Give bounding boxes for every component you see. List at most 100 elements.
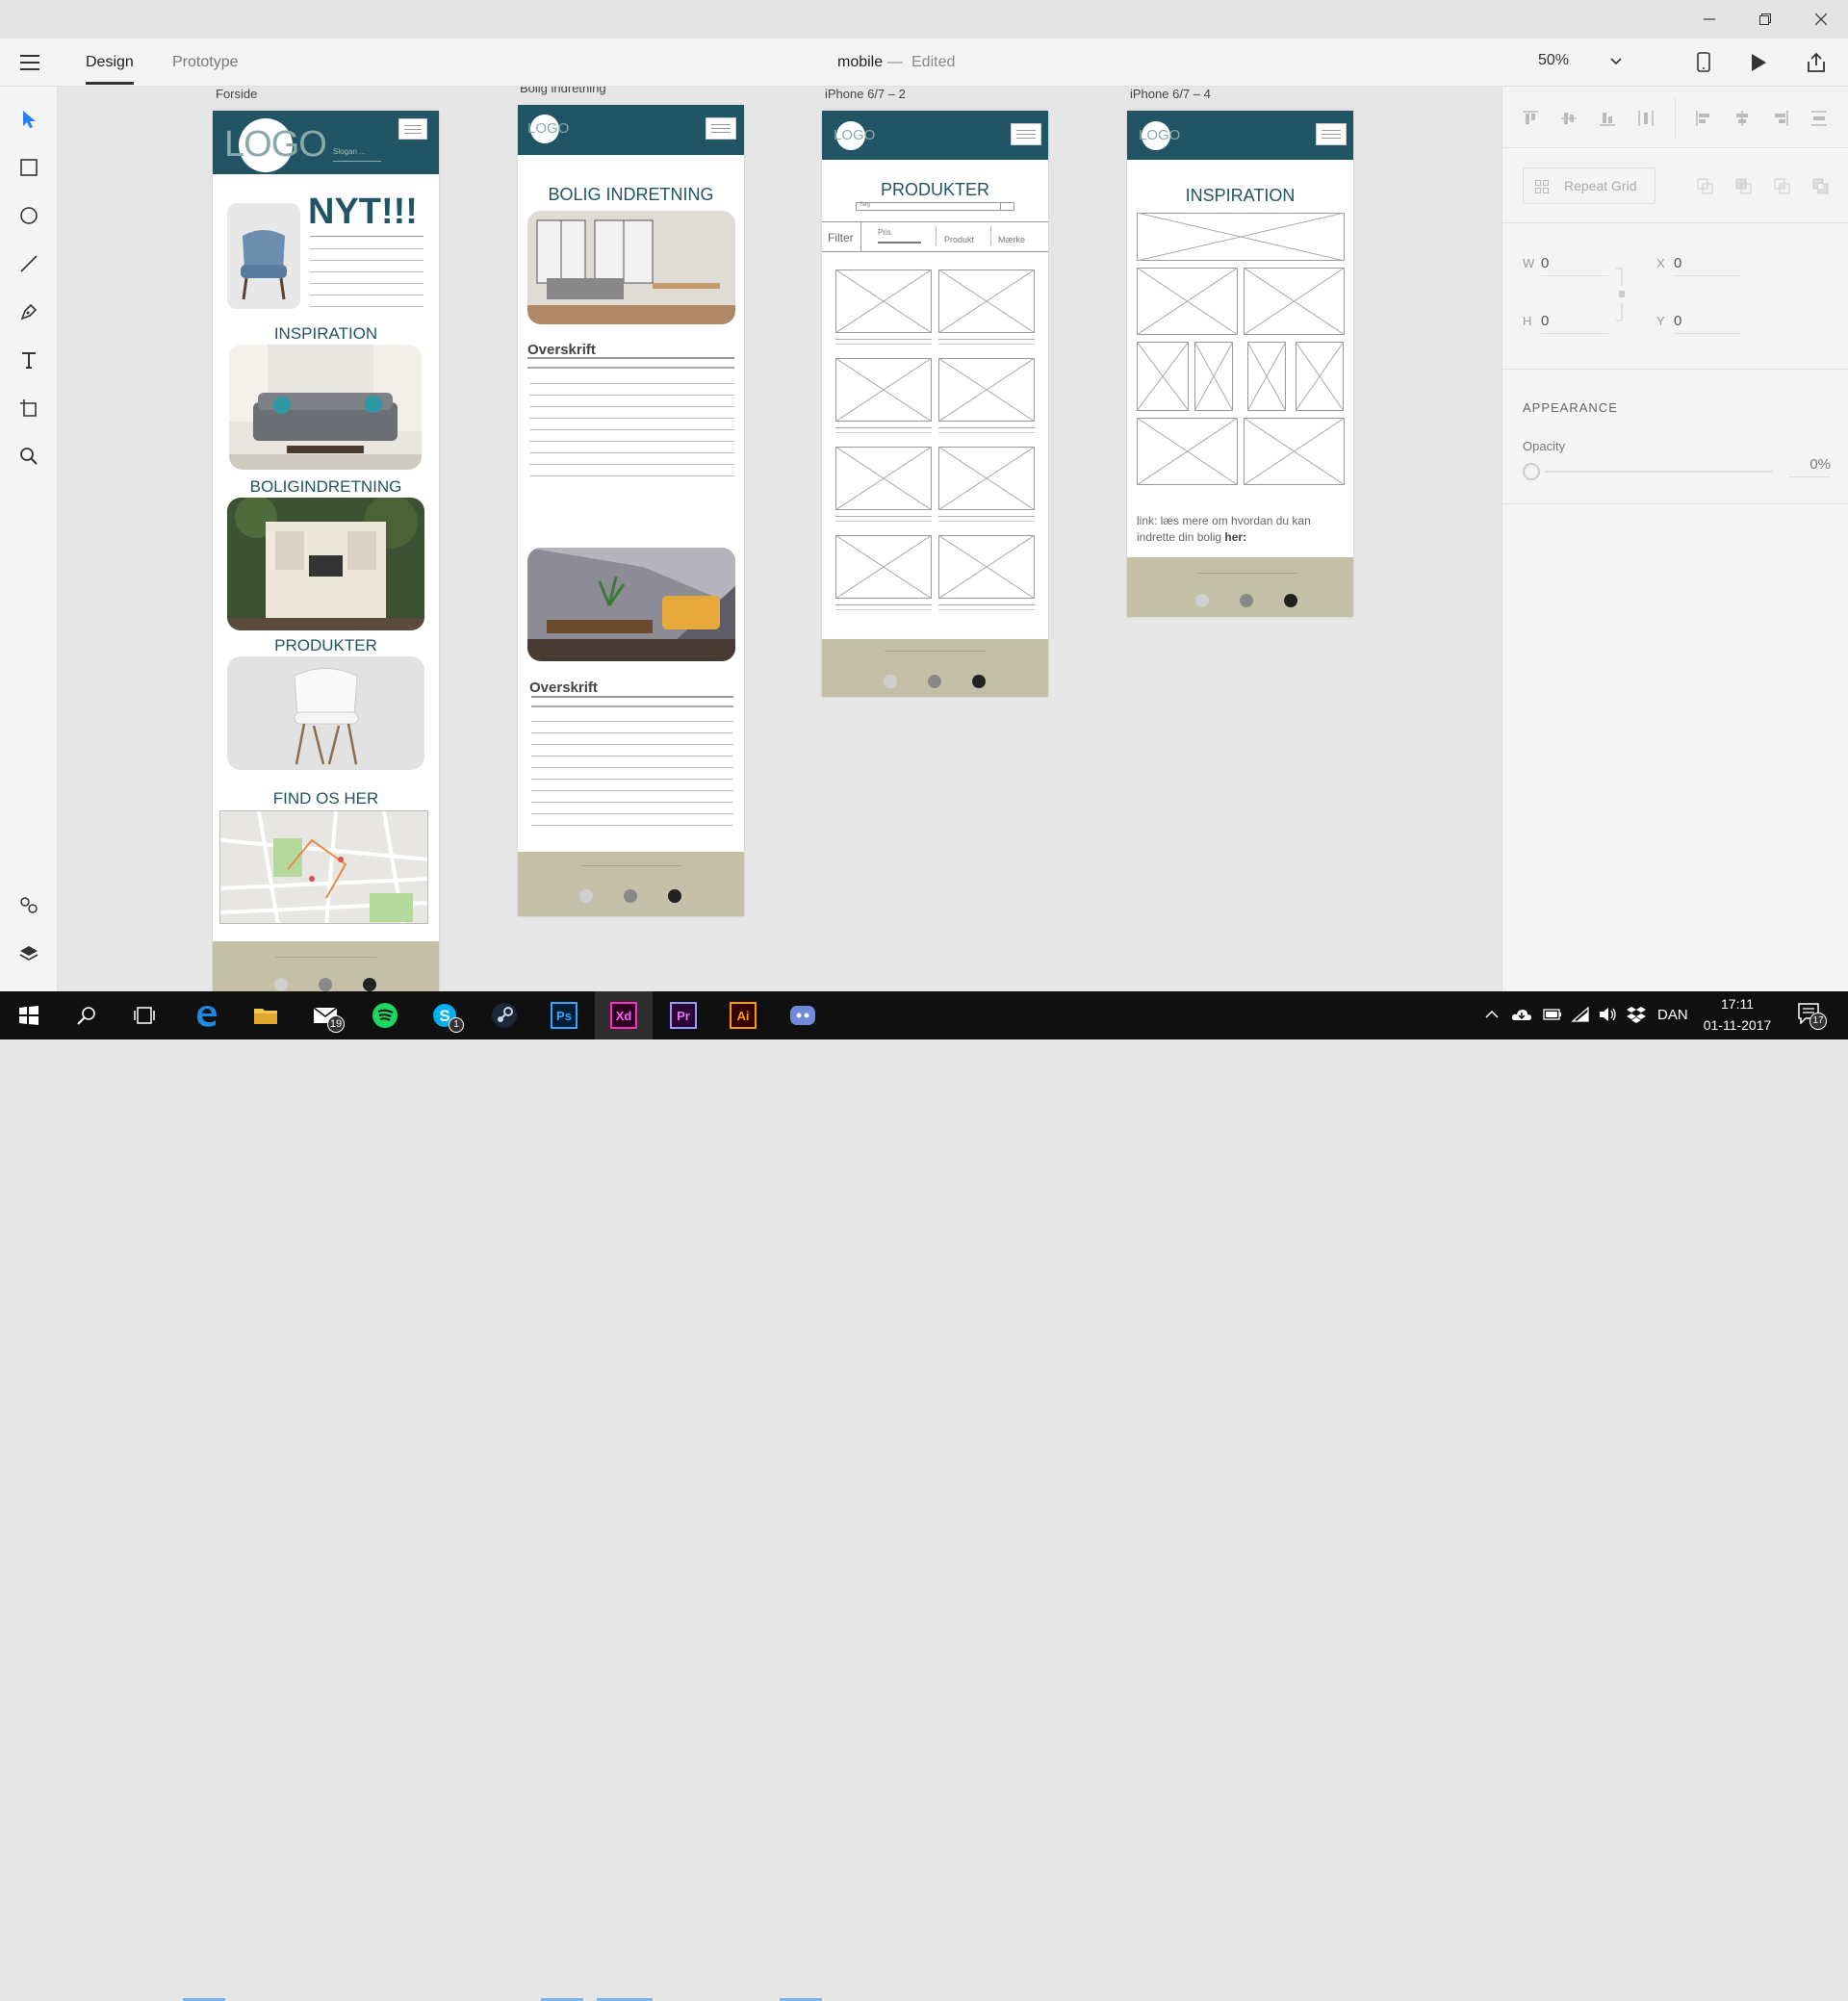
share-icon[interactable] — [1806, 52, 1827, 73]
skype-icon[interactable]: S 1 — [427, 998, 464, 1033]
notification-center-icon[interactable]: 17 — [1798, 1003, 1827, 1030]
layers-icon[interactable] — [17, 941, 40, 964]
onedrive-icon[interactable] — [1511, 1006, 1532, 1023]
edge-icon[interactable] — [189, 998, 223, 1033]
social-dot-light[interactable] — [579, 889, 593, 903]
pen-icon[interactable] — [17, 300, 40, 323]
mail-icon[interactable]: 19 — [308, 998, 345, 1033]
opacity-slider-track[interactable] — [1545, 471, 1772, 473]
opacity-input[interactable]: 0% — [1788, 450, 1831, 477]
social-dot-dark[interactable] — [668, 889, 681, 903]
restore-button[interactable] — [1754, 8, 1777, 31]
select-icon[interactable] — [17, 108, 40, 131]
lock-aspect-icon[interactable] — [1614, 267, 1626, 322]
clock-time[interactable]: 17:11 — [1704, 996, 1771, 1012]
align-top-icon[interactable] — [1522, 110, 1539, 127]
filter-option-produkt[interactable]: Produkt — [944, 235, 974, 244]
inspiration-link-text[interactable]: link: læs mere om hvordan du kan indrett… — [1137, 513, 1344, 546]
distribute-horizontal-icon[interactable] — [1810, 110, 1828, 127]
social-dot-light[interactable] — [1195, 594, 1209, 607]
artboard-label-bolig[interactable]: Bolig indretning — [520, 87, 606, 95]
artboard-label-iphone-2[interactable]: iPhone 6/7 – 2 — [825, 87, 906, 101]
language-indicator[interactable]: DAN — [1657, 1007, 1688, 1023]
artboard-label-forside[interactable]: Forside — [216, 87, 257, 101]
align-right-icon[interactable] — [1772, 110, 1789, 127]
y-input[interactable]: 0 — [1674, 307, 1741, 334]
line-icon[interactable] — [17, 252, 40, 275]
clock-date[interactable]: 01-11-2017 — [1696, 1017, 1779, 1033]
map-image[interactable] — [219, 810, 428, 924]
close-button[interactable] — [1810, 8, 1833, 31]
boolean-add-icon[interactable] — [1697, 178, 1714, 195]
spotify-icon[interactable] — [368, 998, 402, 1033]
artboard-icon[interactable] — [17, 397, 40, 420]
boolean-exclude-icon[interactable] — [1812, 178, 1830, 195]
tray-overflow-chevron-icon[interactable] — [1484, 1007, 1500, 1022]
hamburger-menu-icon[interactable] — [19, 53, 40, 72]
social-dot-medium[interactable] — [624, 889, 637, 903]
width-input[interactable]: 0 — [1541, 249, 1608, 276]
social-dot-dark[interactable] — [1284, 594, 1297, 607]
ellipse-icon[interactable] — [17, 204, 40, 227]
file-explorer-icon[interactable] — [248, 998, 283, 1033]
height-input[interactable]: 0 — [1541, 307, 1608, 334]
filter-option-pris[interactable]: Pris — [878, 228, 891, 237]
align-middle-icon[interactable] — [1560, 110, 1578, 127]
minimize-button[interactable] — [1698, 8, 1721, 31]
align-left-icon[interactable] — [1695, 110, 1712, 127]
symbols-icon[interactable] — [17, 893, 40, 916]
zoom-dropdown-chevron-icon[interactable] — [1609, 54, 1623, 67]
social-dot-medium[interactable] — [1240, 594, 1253, 607]
photoshop-icon[interactable]: Ps — [547, 998, 581, 1033]
premiere-icon[interactable]: Pr — [666, 998, 701, 1033]
text-icon[interactable] — [17, 348, 40, 372]
device-preview-icon[interactable] — [1696, 52, 1711, 73]
filter-option-maerke[interactable]: Mærke — [998, 235, 1025, 244]
tab-design[interactable]: Design — [86, 54, 134, 71]
social-dot-medium[interactable] — [928, 675, 941, 688]
opacity-slider-handle[interactable] — [1523, 463, 1540, 480]
tab-prototype[interactable]: Prototype — [172, 54, 238, 71]
social-dot-dark[interactable] — [363, 978, 376, 991]
zoom-icon[interactable] — [17, 445, 40, 468]
align-center-icon[interactable] — [1733, 110, 1751, 127]
volume-icon[interactable] — [1598, 1006, 1617, 1023]
artboard-label-iphone-4[interactable]: iPhone 6/7 – 4 — [1130, 87, 1211, 101]
x-input[interactable]: 0 — [1674, 249, 1741, 276]
search-input[interactable]: Søg — [856, 202, 1014, 211]
social-dot-dark[interactable] — [972, 675, 986, 688]
wifi-icon[interactable] — [1571, 1006, 1590, 1023]
boolean-subtract-icon[interactable] — [1735, 178, 1753, 195]
steam-icon[interactable] — [487, 998, 522, 1033]
search-icon[interactable] — [1000, 202, 1014, 211]
design-canvas[interactable]: Forside LOGO Slogan ... NYT!!! INSPIRATI… — [58, 87, 1502, 991]
filter-slider[interactable] — [878, 242, 921, 244]
social-dot-medium[interactable] — [319, 978, 332, 991]
boolean-intersect-icon[interactable] — [1774, 178, 1791, 195]
repeat-grid-button[interactable]: Repeat Grid — [1523, 167, 1656, 204]
artboard-produkter[interactable]: LOGO PRODUKTER Søg Filter Pris Produkt M… — [822, 111, 1048, 697]
discord-icon[interactable] — [785, 998, 820, 1033]
play-preview-icon[interactable] — [1750, 53, 1767, 72]
hamburger-menu-icon[interactable] — [706, 117, 736, 140]
distribute-vertical-icon[interactable] — [1637, 110, 1655, 127]
hamburger-menu-icon[interactable] — [1316, 123, 1347, 145]
battery-icon[interactable] — [1543, 1007, 1562, 1022]
illustrator-icon[interactable]: Ai — [726, 998, 760, 1033]
dropbox-icon[interactable] — [1627, 1006, 1646, 1023]
align-bottom-icon[interactable] — [1599, 110, 1616, 127]
artboard-bolig-indretning[interactable]: LOGO BOLIG INDRETNING Overskrift Overskr… — [518, 105, 744, 916]
xd-icon[interactable]: Xd — [606, 998, 641, 1033]
start-icon[interactable] — [12, 998, 46, 1033]
filter-label[interactable]: Filter — [828, 231, 854, 244]
hamburger-menu-icon[interactable] — [1011, 123, 1041, 145]
rectangle-icon[interactable] — [17, 156, 40, 179]
artboard-forside[interactable]: LOGO Slogan ... NYT!!! INSPIRATION BOLIG… — [213, 111, 439, 991]
social-dot-light[interactable] — [884, 675, 897, 688]
hamburger-menu-icon[interactable] — [398, 118, 427, 140]
zoom-value[interactable]: 50% — [1538, 52, 1569, 69]
search-icon[interactable] — [69, 998, 104, 1033]
artboard-inspiration[interactable]: LOGO INSPIRATION link: læs mere om hvord… — [1127, 111, 1353, 617]
task-view-icon[interactable] — [127, 998, 162, 1033]
social-dot-light[interactable] — [274, 978, 288, 991]
